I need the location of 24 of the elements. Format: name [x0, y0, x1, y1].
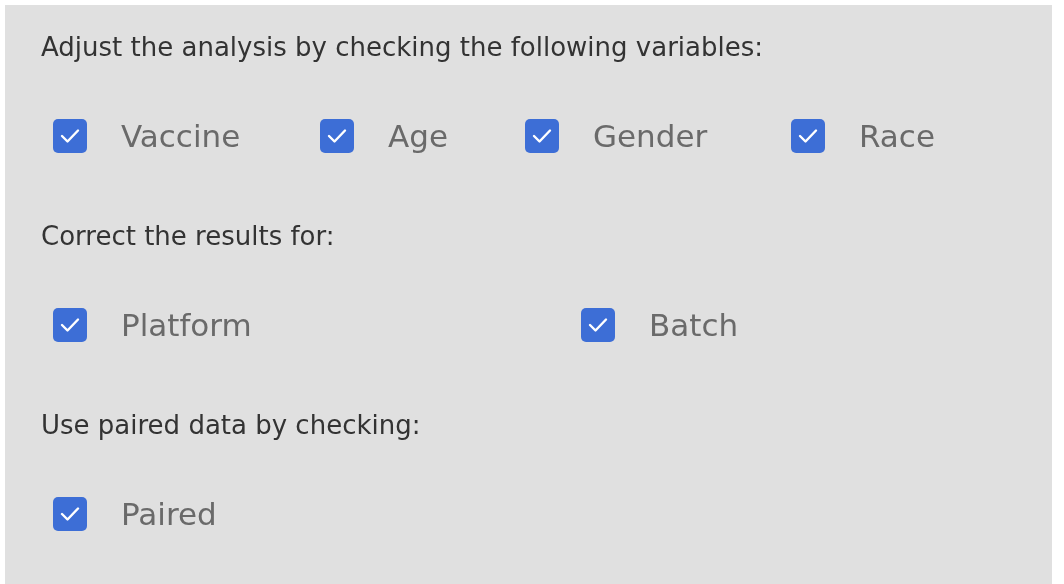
checkbox-label: Vaccine — [121, 118, 241, 154]
checkbox-label: Gender — [593, 118, 708, 154]
check-icon — [327, 128, 347, 144]
checkbox-label: Race — [859, 118, 935, 154]
check-icon — [60, 506, 80, 522]
check-icon — [60, 317, 80, 333]
section-heading: Use paired data by checking: — [41, 409, 422, 442]
checkbox-label: Platform — [121, 307, 252, 343]
checkbox[interactable] — [791, 119, 825, 153]
checkbox[interactable] — [525, 119, 559, 153]
checkbox[interactable] — [53, 119, 87, 153]
check-icon — [798, 128, 818, 144]
checkbox-label: Batch — [649, 307, 739, 343]
checkbox[interactable] — [581, 308, 615, 342]
checkbox[interactable] — [53, 497, 87, 531]
checkbox-label: Age — [388, 118, 448, 154]
check-icon — [532, 128, 552, 144]
check-icon — [60, 128, 80, 144]
checkbox-label: Paired — [121, 496, 217, 532]
check-icon — [588, 317, 608, 333]
section-heading: Adjust the analysis by checking the following variables: — [41, 31, 765, 64]
section-heading: Correct the results for: — [41, 220, 336, 253]
checkbox[interactable] — [53, 308, 87, 342]
checkbox[interactable] — [320, 119, 354, 153]
